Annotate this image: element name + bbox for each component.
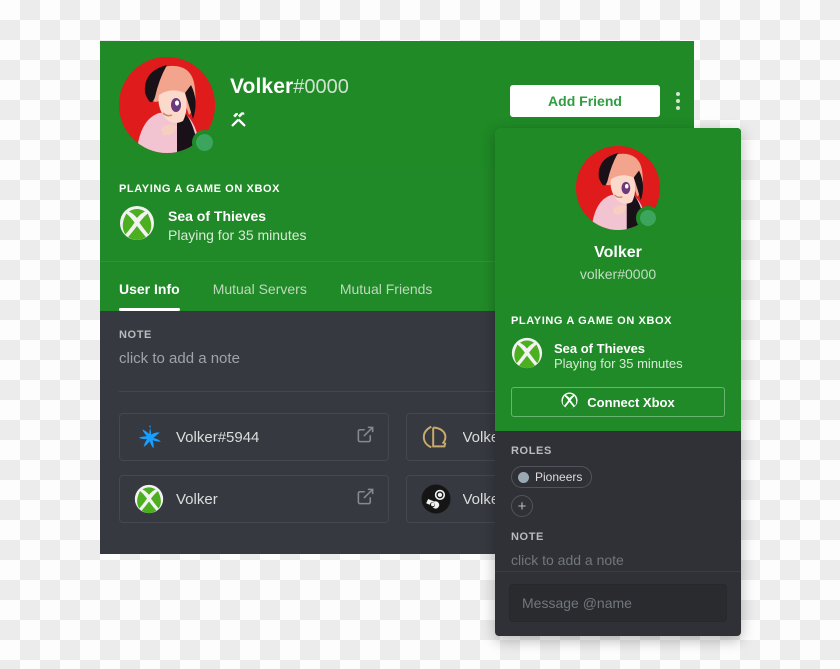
add-friend-button[interactable]: Add Friend (510, 85, 660, 117)
popout-note-input[interactable]: click to add a note (511, 552, 725, 568)
popout-activity-game-name: Sea of Thieves (554, 340, 646, 356)
connection-name: Volker (176, 490, 218, 508)
more-vertical-icon[interactable] (668, 85, 688, 117)
tab-mutual-friends[interactable]: Mutual Friends (340, 281, 433, 311)
popout-activity-label: PLAYING A GAME ON XBOX (511, 315, 673, 327)
profile-discriminator: #0000 (293, 76, 349, 98)
external-link-icon[interactable] (356, 425, 375, 449)
hammer-and-wrench-icon[interactable] (230, 111, 247, 133)
popout-footer (495, 571, 741, 636)
xbox-icon (511, 337, 543, 374)
league-of-legends-icon (420, 421, 452, 453)
xbox-icon (119, 205, 155, 246)
popout-activity-section: PLAYING A GAME ON XBOX Sea of Thieves Pl… (495, 300, 741, 431)
connect-xbox-button[interactable]: Connect Xbox (511, 387, 725, 417)
popout-avatar[interactable] (576, 146, 660, 230)
role-pill-pioneers[interactable]: Pioneers (511, 466, 593, 488)
status-indicator-online (192, 130, 217, 155)
xbox-icon (561, 392, 578, 412)
connect-xbox-label: Connect Xbox (587, 394, 675, 410)
avatar[interactable] (119, 57, 217, 155)
activity-game-name: Sea of Thieves (168, 208, 267, 225)
popout-header: Volker volker#0000 (495, 128, 741, 300)
battlenet-icon (133, 421, 165, 453)
profile-name-row: Volker#0000 (230, 75, 349, 99)
role-name: Pioneers (535, 470, 583, 484)
popout-activity-text: Sea of Thieves Playing for 35 minutes (554, 341, 683, 371)
connection-card-xbox[interactable]: Volker (119, 475, 389, 523)
popout-note-label: NOTE (511, 531, 544, 543)
user-popout-card: Volker volker#0000 PLAYING A GAME ON XBO… (495, 128, 741, 636)
screenshot-stage: Volker#0000 Add Friend PLAYING A GAME ON… (0, 0, 840, 669)
status-indicator-online (636, 206, 660, 230)
tab-user-info[interactable]: User Info (119, 281, 180, 311)
profile-header-actions: Add Friend (510, 85, 688, 117)
tab-mutual-servers[interactable]: Mutual Servers (213, 281, 307, 311)
role-color-dot (518, 471, 529, 483)
popout-activity-elapsed: Playing for 35 minutes (554, 355, 683, 371)
steam-icon (420, 483, 452, 515)
popout-body: ROLES Pioneers + NOTE click to add a not… (495, 431, 741, 568)
roles-label: ROLES (511, 445, 552, 457)
popout-user-tag: volker#0000 (579, 266, 657, 282)
profile-username: Volker (230, 75, 294, 98)
activity-elapsed: Playing for 35 minutes (168, 226, 307, 243)
xbox-icon (133, 483, 165, 515)
popout-activity-row: Sea of Thieves Playing for 35 minutes (511, 337, 725, 374)
message-input[interactable] (509, 584, 727, 622)
profile-badges (230, 111, 247, 133)
popout-username: Volker (594, 244, 642, 261)
external-link-icon[interactable] (356, 487, 375, 511)
connection-name: Volker#5944 (176, 428, 260, 446)
activity-text: Sea of Thieves Playing for 35 minutes (168, 207, 307, 244)
add-role-button[interactable]: + (511, 495, 533, 517)
connection-card-battlenet[interactable]: Volker#5944 (119, 413, 389, 461)
